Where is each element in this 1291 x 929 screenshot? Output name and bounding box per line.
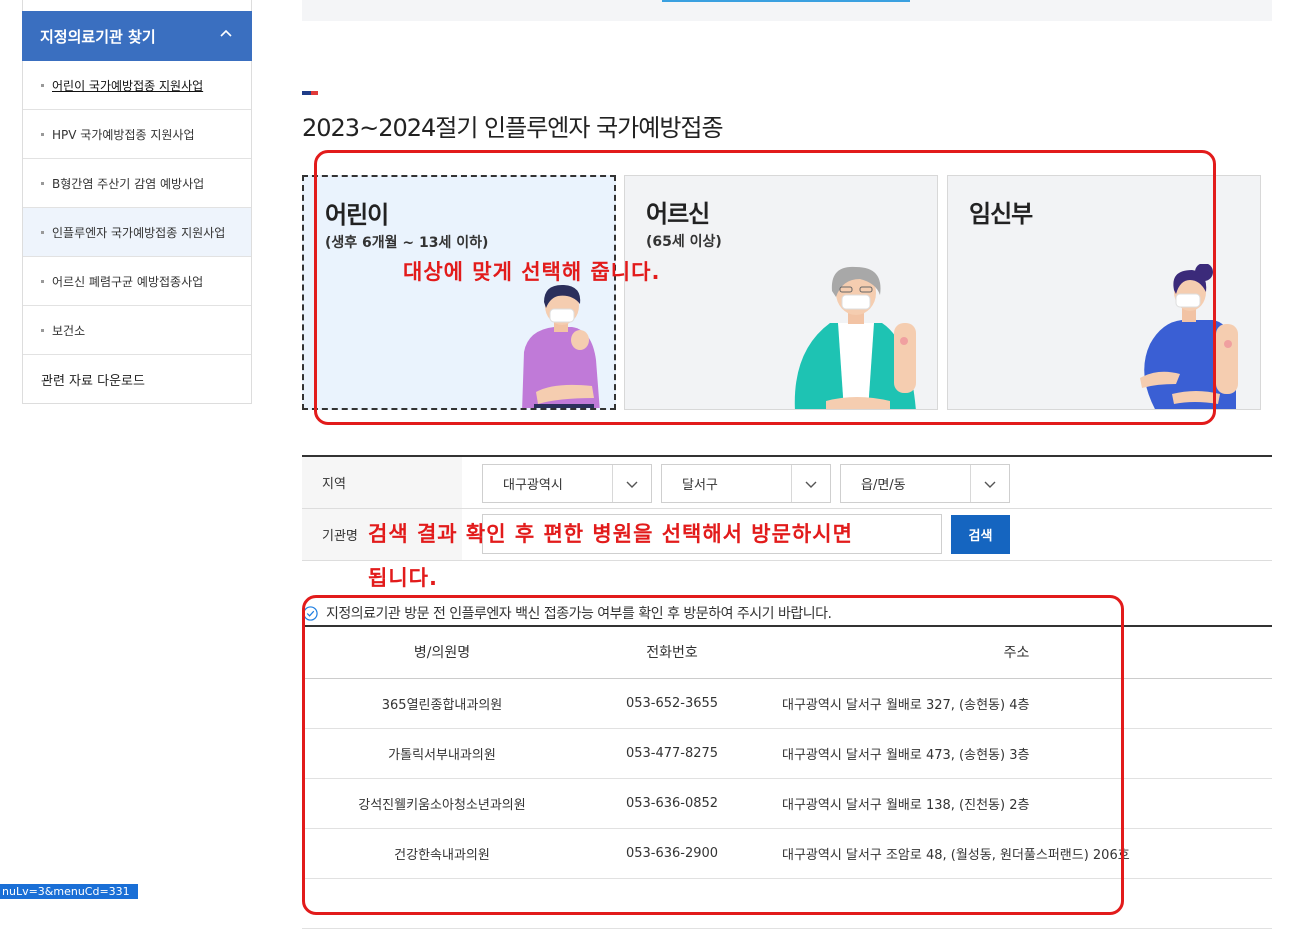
- notice: 지정의료기관 방문 전 인플루엔자 백신 접종가능 여부를 확인 후 방문하여 …: [303, 603, 832, 623]
- chevron-down-icon: [805, 481, 817, 488]
- sidebar-list: 어린이 국가예방접종 지원사업 HPV 국가예방접종 지원사업 B형간염 주산기…: [22, 61, 252, 404]
- card-senior-subtitle: (65세 이상): [646, 234, 722, 250]
- senior-vaccination-illustration: [794, 266, 916, 409]
- sidebar-item-label: 어르신 폐렴구균 예방접종사업: [52, 274, 204, 289]
- bullet-icon: [41, 181, 44, 185]
- sidebar-item-child-vaccination[interactable]: 어린이 국가예방접종 지원사업: [23, 61, 251, 110]
- city-select[interactable]: 대구광역시: [482, 464, 652, 503]
- bullet-icon: [41, 132, 44, 136]
- cell-phone: 053-636-2900: [582, 828, 762, 879]
- title-accent-mark: [302, 91, 318, 95]
- sidebar-header[interactable]: 지정의료기관 찾기: [22, 11, 252, 61]
- table-row[interactable]: 365열린종합내과의원 053-652-3655 대구광역시 달서구 월배로 3…: [302, 678, 1272, 729]
- bullet-icon: [41, 328, 44, 332]
- child-vaccination-illustration: [522, 284, 600, 408]
- cell-phone: 053-477-8275: [582, 728, 762, 779]
- card-child-title: 어린이: [325, 201, 389, 229]
- check-circle-icon: [303, 605, 318, 621]
- top-strip-bar: [662, 0, 910, 2]
- sidebar-item-label: 보건소: [52, 323, 86, 338]
- annotation-search-result-line2: 됩니다.: [368, 566, 438, 590]
- sidebar-item-health-center[interactable]: 보건소: [23, 306, 251, 355]
- sidebar-item-label: HPV 국가예방접종 지원사업: [52, 127, 195, 142]
- cell-address: 대구광역시 달서구 조암로 48, (월성동, 원더풀스퍼랜드) 206호: [762, 828, 1272, 879]
- cell-name: [302, 878, 582, 929]
- card-pregnant-title: 임신부: [969, 200, 1033, 228]
- table-row[interactable]: [302, 878, 1272, 929]
- dong-select[interactable]: 읍/면/동: [840, 464, 1010, 503]
- top-strip: [302, 0, 1272, 21]
- annotation-search-result-line1: 검색 결과 확인 후 편한 병원을 선택해서 방문하시면: [368, 522, 853, 546]
- cell-name: 가톨릭서부내과의원: [302, 728, 582, 779]
- cell-name: 365열린종합내과의원: [302, 678, 582, 729]
- chevron-down-icon: [984, 481, 996, 488]
- annotation-select-target: 대상에 맞게 선택해 줍니다.: [403, 260, 661, 284]
- sidebar-top-border: [22, 0, 252, 11]
- notice-text: 지정의료기관 방문 전 인플루엔자 백신 접종가능 여부를 확인 후 방문하여 …: [326, 606, 832, 622]
- sidebar-item-hepatitis-b[interactable]: B형간염 주산기 감염 예방사업: [23, 159, 251, 208]
- card-senior[interactable]: 어르신 (65세 이상): [624, 175, 938, 410]
- bullet-icon: [41, 279, 44, 283]
- cell-phone: [582, 878, 762, 929]
- cell-address: [762, 878, 1272, 929]
- sidebar-item-hpv[interactable]: HPV 국가예방접종 지원사업: [23, 110, 251, 159]
- cell-name: 건강한속내과의원: [302, 828, 582, 879]
- column-header-address: 주소: [762, 626, 1272, 679]
- chevron-up-icon: [220, 29, 232, 37]
- chevron-down-icon: [626, 481, 638, 488]
- bullet-icon: [41, 83, 44, 87]
- table-row[interactable]: 건강한속내과의원 053-636-2900 대구광역시 달서구 조암로 48, …: [302, 828, 1272, 879]
- column-header-phone: 전화번호: [582, 626, 762, 679]
- pregnant-vaccination-illustration: [1140, 264, 1238, 409]
- card-pregnant[interactable]: 임신부: [947, 175, 1261, 410]
- sidebar-item-pneumococcal[interactable]: 어르신 폐렴구균 예방접종사업: [23, 257, 251, 306]
- column-header-name: 병/의원명: [302, 626, 582, 679]
- cell-name: 강석진웰키움소아청소년과의원: [302, 778, 582, 829]
- status-bar-url: nuLv=3&menuCd=331: [0, 884, 138, 899]
- page-title: 2023~2024절기 인플루엔자 국가예방접종: [302, 114, 724, 142]
- city-select-value: 대구광역시: [503, 478, 563, 493]
- sidebar-downloads-link[interactable]: 관련 자료 다운로드: [23, 355, 251, 403]
- dong-select-value: 읍/면/동: [861, 478, 906, 493]
- sidebar-item-label: 어린이 국가예방접종 지원사업: [52, 78, 204, 93]
- cell-phone: 053-636-0852: [582, 778, 762, 829]
- search-button[interactable]: 검색: [951, 515, 1010, 554]
- sidebar-item-influenza[interactable]: 인플루엔자 국가예방접종 지원사업: [23, 208, 251, 257]
- district-select[interactable]: 달서구: [661, 464, 831, 503]
- table-row[interactable]: 강석진웰키움소아청소년과의원 053-636-0852 대구광역시 달서구 월배…: [302, 778, 1272, 829]
- table-row[interactable]: 가톨릭서부내과의원 053-477-8275 대구광역시 달서구 월배로 473…: [302, 728, 1272, 779]
- region-label: 지역: [302, 457, 462, 508]
- card-child-subtitle: (생후 6개월 ~ 13세 이하): [325, 235, 489, 251]
- card-child[interactable]: 어린이 (생후 6개월 ~ 13세 이하): [302, 175, 616, 410]
- cell-address: 대구광역시 달서구 월배로 327, (송현동) 4층: [762, 678, 1272, 729]
- cell-address: 대구광역시 달서구 월배로 473, (송현동) 3층: [762, 728, 1272, 779]
- cell-address: 대구광역시 달서구 월배로 138, (진천동) 2층: [762, 778, 1272, 829]
- bullet-icon: [41, 230, 44, 234]
- sidebar-header-label: 지정의료기관 찾기: [40, 27, 156, 46]
- sidebar-item-label: 인플루엔자 국가예방접종 지원사업: [52, 225, 226, 240]
- district-select-value: 달서구: [682, 478, 718, 493]
- table-header-row: 병/의원명 전화번호 주소: [302, 626, 1272, 679]
- sidebar-item-label: B형간염 주산기 감염 예방사업: [52, 176, 205, 191]
- card-senior-title: 어르신: [646, 200, 710, 228]
- region-row: 지역 대구광역시 달서구 읍/면/동: [302, 457, 1272, 509]
- cell-phone: 053-652-3655: [582, 678, 762, 729]
- institution-table: 병/의원명 전화번호 주소 365열린종합내과의원 053-652-3655 대…: [302, 625, 1272, 929]
